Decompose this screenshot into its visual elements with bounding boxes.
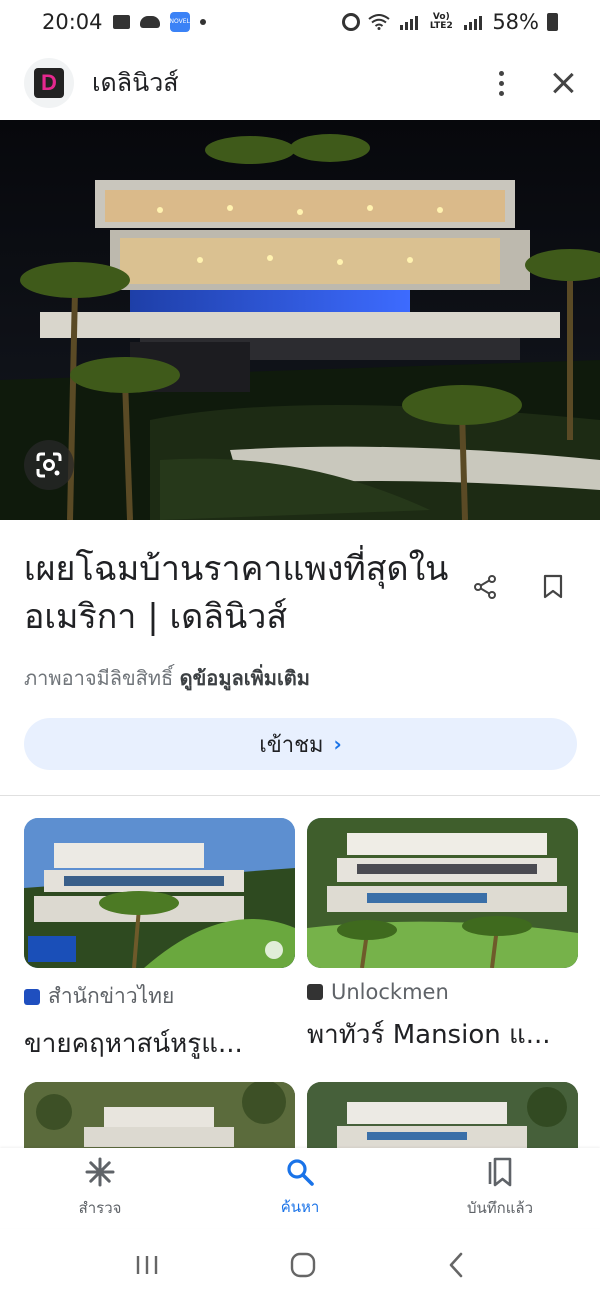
status-left: 20:04 NOVEL TOON [42, 10, 206, 45]
bookmark-icon[interactable] [542, 574, 564, 600]
wifi-icon [368, 14, 390, 30]
mansion-aerial-photo-3 [24, 1082, 295, 1152]
signal-icon-2 [464, 16, 483, 30]
bottom-navigation: สำรวจ ค้นหา บันทึกแล้ว [0, 1148, 600, 1228]
source-name: สำนักข่าวไทย [48, 984, 175, 1008]
home-icon[interactable] [289, 1251, 317, 1279]
title-actions [472, 574, 564, 600]
lte-label: Vo) LTE2 [429, 12, 453, 31]
source-header: D เดลินิวส์ [0, 50, 600, 116]
google-lens-icon [36, 452, 62, 478]
nav-search-label: ค้นหา [280, 1198, 320, 1216]
nav-explore-label: สำรวจ [78, 1199, 122, 1217]
section-divider [0, 795, 600, 796]
result-meta: ภาพอาจมีลิขสิทธิ์ ดูข้อมูลเพิ่มเติม [24, 662, 310, 694]
hero-image[interactable] [0, 120, 600, 520]
header-actions [494, 70, 576, 96]
related-title-1: ขายคฤหาสน์หรูแ... [24, 1029, 243, 1059]
alarm-icon [342, 13, 361, 31]
cloud-icon [139, 16, 160, 28]
nav-search[interactable]: ค้นหา [200, 1148, 400, 1228]
site-logo[interactable]: D [24, 58, 74, 108]
status-time: 20:04 [42, 10, 103, 34]
system-navigation-bar [0, 1230, 600, 1300]
chevron-right-icon: › [333, 732, 342, 756]
nav-explore[interactable]: สำรวจ [0, 1148, 200, 1228]
mansion-aerial-photo-4 [307, 1082, 578, 1152]
visit-label: เข้าชม [259, 732, 324, 758]
visit-button[interactable]: เข้าชม › [24, 718, 577, 770]
related-card-1[interactable]: สำนักข่าวไทย ขายคฤหาสน์หรูแ... [24, 818, 295, 1064]
related-source-2: Unlockmen [307, 980, 578, 1004]
status-bar: 20:04 NOVEL TOON Vo) LTE2 58% [0, 0, 600, 45]
related-source-1: สำนักข่าวไทย [24, 980, 295, 1013]
unlockmen-logo-icon [307, 984, 323, 1000]
site-name[interactable]: เดลินิวส์ [92, 63, 179, 103]
result-title: เผยโฉมบ้านราคาแพงที่สุดในอเมริกา | เดลิน… [24, 549, 449, 637]
battery-icon [547, 13, 558, 31]
gallery-icon [112, 15, 130, 29]
related-title-2: พาทัวร์ Mansion แ... [307, 1020, 551, 1050]
search-icon [287, 1159, 314, 1186]
related-card-4[interactable] [307, 1082, 578, 1152]
battery-percent: 58% [492, 10, 539, 34]
site-logo-letter: D [34, 68, 64, 98]
signal-icon [400, 16, 419, 30]
status-right: Vo) LTE2 58% [342, 10, 558, 34]
saved-collections-icon [488, 1157, 512, 1187]
nav-saved[interactable]: บันทึกแล้ว [400, 1148, 600, 1228]
share-icon[interactable] [472, 574, 498, 600]
related-card-3[interactable] [24, 1082, 295, 1152]
more-info-link[interactable]: ดูข้อมูลเพิ่มเติม [180, 666, 310, 690]
nav-saved-label: บันทึกแล้ว [466, 1199, 534, 1217]
mansion-night-photo [0, 120, 600, 520]
lens-search-button[interactable] [24, 440, 74, 490]
mcot-logo-icon [24, 988, 40, 1005]
asterisk-explore-icon [85, 1157, 115, 1187]
related-card-2[interactable]: Unlockmen พาทัวร์ Mansion แ... [307, 818, 578, 1055]
related-image-2 [307, 818, 578, 968]
mansion-day-photo-1 [24, 818, 295, 968]
source-name: Unlockmen [331, 980, 449, 1004]
mansion-day-photo-2 [307, 818, 578, 968]
copyright-note: ภาพอาจมีลิขสิทธิ์ [24, 666, 174, 690]
recent-apps-icon[interactable] [134, 1253, 160, 1277]
back-icon[interactable] [446, 1251, 466, 1279]
related-image-1 [24, 818, 295, 968]
novel-toon-app-icon: NOVEL TOON [169, 12, 190, 45]
more-options-icon[interactable] [494, 70, 508, 96]
notification-dot-icon [199, 19, 206, 25]
close-icon[interactable] [550, 70, 576, 96]
